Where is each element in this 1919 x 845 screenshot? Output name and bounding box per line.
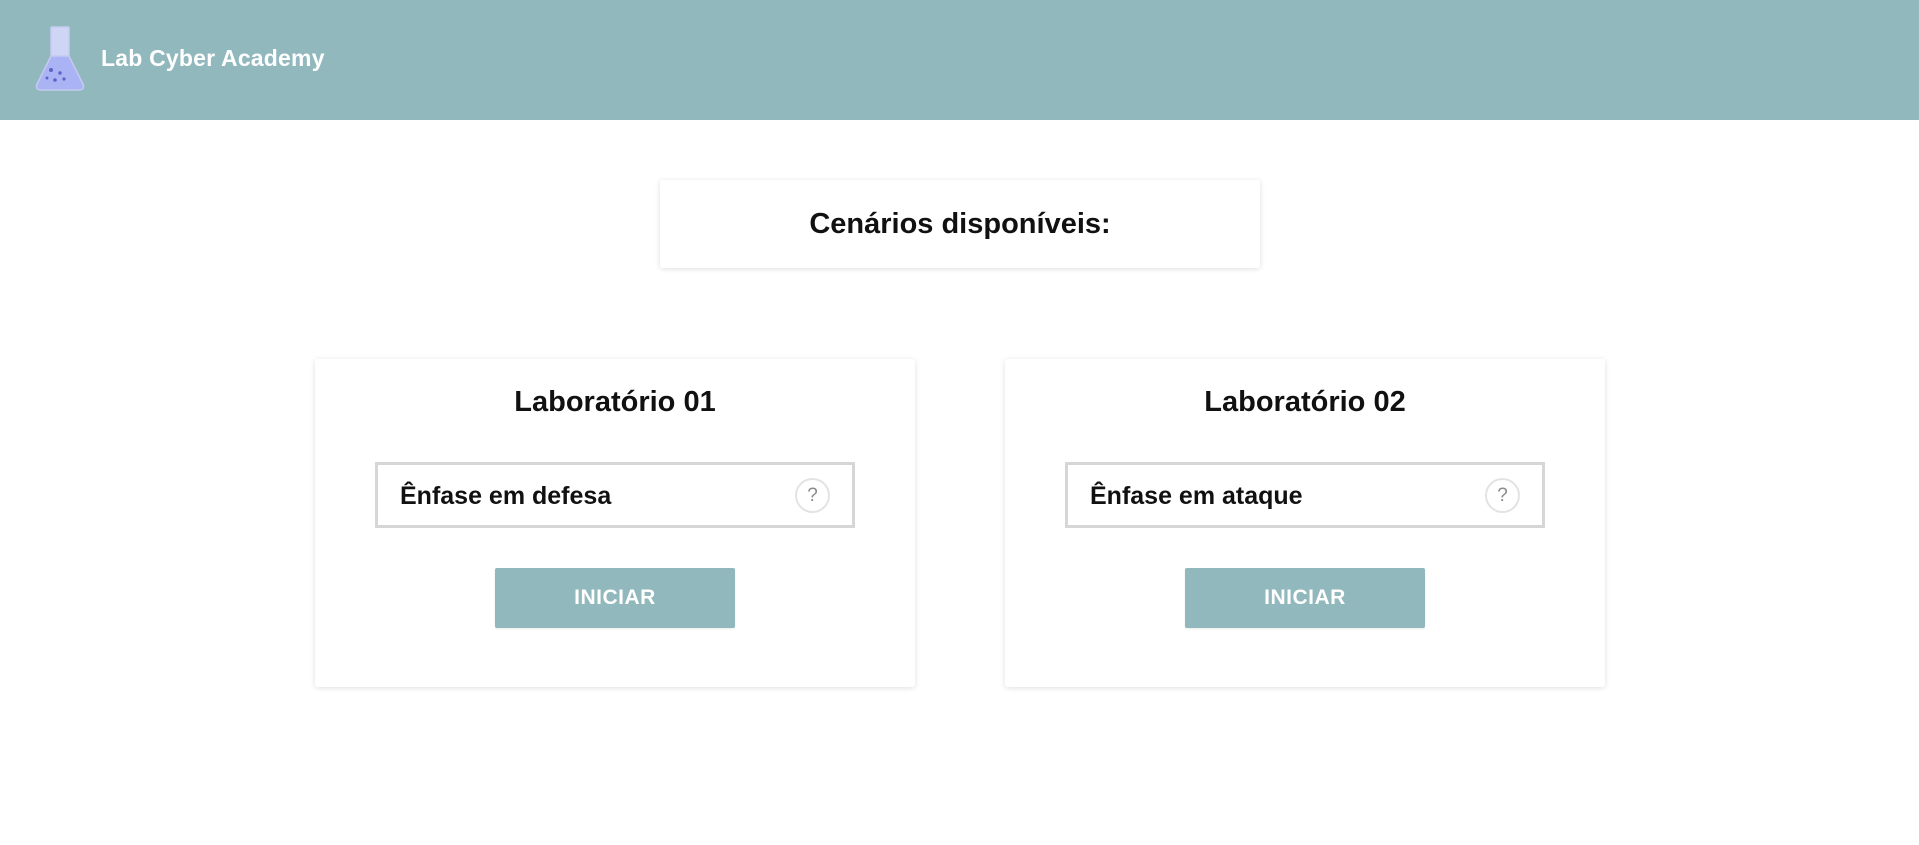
emphasis-box: Ênfase em defesa ?	[375, 462, 855, 528]
emphasis-box: Ênfase em ataque ?	[1065, 462, 1545, 528]
start-lab-01-button[interactable]: INICIAR	[495, 568, 735, 628]
lab-title: Laboratório 01	[514, 386, 716, 418]
lab-card-02: Laboratório 02 Ênfase em ataque ? INICIA…	[1005, 359, 1605, 687]
emphasis-label: Ênfase em ataque	[1090, 482, 1303, 510]
flask-icon[interactable]	[34, 26, 86, 92]
help-icon[interactable]: ?	[1485, 478, 1520, 513]
brand-name[interactable]: Lab Cyber Academy	[101, 45, 325, 72]
emphasis-label: Ênfase em defesa	[400, 482, 612, 510]
lab-title: Laboratório 02	[1204, 386, 1406, 418]
scenarios-panel: Cenários disponíveis:	[660, 180, 1260, 268]
top-bar: Lab Cyber Academy	[0, 0, 1919, 120]
help-icon[interactable]: ?	[795, 478, 830, 513]
start-lab-02-button[interactable]: INICIAR	[1185, 568, 1425, 628]
lab-card-01: Laboratório 01 Ênfase em defesa ? INICIA…	[315, 359, 915, 687]
scenarios-title: Cenários disponíveis:	[809, 207, 1111, 240]
